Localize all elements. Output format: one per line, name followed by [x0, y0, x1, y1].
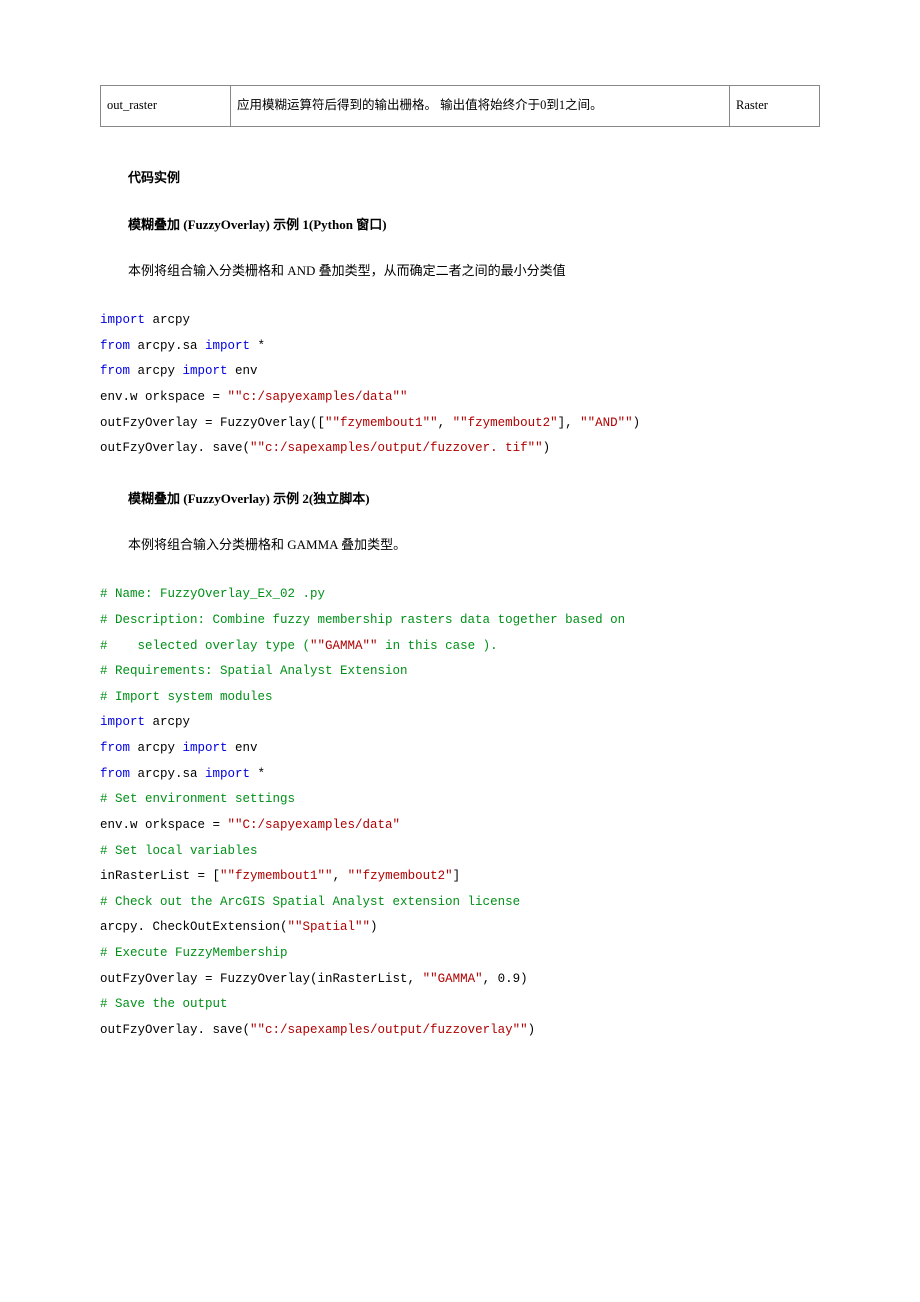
- code-example-1: import arcpy from arcpy.sa import * from…: [100, 308, 820, 462]
- code-token: arcpy.sa: [130, 339, 205, 353]
- heading-example-1: 模糊叠加 (FuzzyOverlay) 示例 1(Python 窗口): [128, 214, 820, 233]
- code-token: , 0.9): [483, 972, 528, 986]
- code-token: ""AND"": [580, 416, 633, 430]
- code-token: ): [528, 1023, 536, 1037]
- code-token: ""c:/sapyexamples/data"": [228, 390, 408, 404]
- code-example-2: # Name: FuzzyOverlay_Ex_02 .py # Descrip…: [100, 582, 820, 1043]
- code-token: arcpy: [145, 313, 190, 327]
- code-token: ""GAMMA"": [310, 639, 378, 653]
- code-token: ""fzymembout1"": [220, 869, 333, 883]
- code-token: ""Spatial"": [288, 920, 371, 934]
- code-token: ,: [333, 869, 348, 883]
- code-token: # Description: Combine fuzzy membership …: [100, 613, 625, 627]
- page-content: out_raster 应用模糊运算符后得到的输出栅格。 输出值将始终介于0到1之…: [0, 0, 920, 1130]
- code-token: outFzyOverlay = FuzzyOverlay([: [100, 416, 325, 430]
- code-token: arcpy: [130, 741, 183, 755]
- code-token: env.w orkspace =: [100, 390, 228, 404]
- code-token: from: [100, 339, 130, 353]
- code-token: outFzyOverlay. save(: [100, 1023, 250, 1037]
- code-token: # Save the output: [100, 997, 228, 1011]
- code-token: # Set local variables: [100, 844, 258, 858]
- code-token: *: [250, 767, 265, 781]
- cell-type: Raster: [730, 86, 820, 127]
- code-token: env: [228, 741, 258, 755]
- code-token: import: [100, 715, 145, 729]
- code-token: import: [205, 767, 250, 781]
- code-token: # Set environment settings: [100, 792, 295, 806]
- code-token: outFzyOverlay = FuzzyOverlay(inRasterLis…: [100, 972, 423, 986]
- code-token: # Name: FuzzyOverlay_Ex_02 .py: [100, 587, 325, 601]
- code-token: import: [183, 364, 228, 378]
- code-token: ]: [453, 869, 461, 883]
- code-token: from: [100, 741, 130, 755]
- heading-example-2: 模糊叠加 (FuzzyOverlay) 示例 2(独立脚本): [128, 488, 820, 507]
- code-token: # Check out the ArcGIS Spatial Analyst e…: [100, 895, 520, 909]
- output-table: out_raster 应用模糊运算符后得到的输出栅格。 输出值将始终介于0到1之…: [100, 85, 820, 127]
- code-token: from: [100, 364, 130, 378]
- para-example-1: 本例将组合输入分类栅格和 AND 叠加类型，从而确定二者之间的最小分类值: [128, 259, 820, 282]
- code-token: arcpy: [145, 715, 190, 729]
- code-token: import: [205, 339, 250, 353]
- code-token: arcpy: [130, 364, 183, 378]
- code-token: # Requirements: Spatial Analyst Extensio…: [100, 664, 408, 678]
- code-token: # selected overlay type (: [100, 639, 310, 653]
- code-token: arcpy.sa: [130, 767, 205, 781]
- code-token: inRasterList = [: [100, 869, 220, 883]
- code-token: arcpy. CheckOutExtension(: [100, 920, 288, 934]
- code-token: in this case ).: [378, 639, 498, 653]
- table-row: out_raster 应用模糊运算符后得到的输出栅格。 输出值将始终介于0到1之…: [101, 86, 820, 127]
- code-token: env: [228, 364, 258, 378]
- code-token: ): [370, 920, 378, 934]
- code-token: ""fzymembout2": [453, 416, 558, 430]
- code-token: # Execute FuzzyMembership: [100, 946, 288, 960]
- code-token: ""C:/sapyexamples/data": [228, 818, 401, 832]
- code-token: ],: [558, 416, 581, 430]
- code-token: import: [183, 741, 228, 755]
- code-token: ""fzymembout2": [348, 869, 453, 883]
- code-token: # Import system modules: [100, 690, 273, 704]
- code-token: env.w orkspace =: [100, 818, 228, 832]
- code-token: ""GAMMA": [423, 972, 483, 986]
- code-token: ""c:/sapexamples/output/fuzzoverlay"": [250, 1023, 528, 1037]
- cell-name: out_raster: [101, 86, 231, 127]
- code-token: ""c:/sapexamples/output/fuzzover. tif"": [250, 441, 543, 455]
- body-indent-2: 模糊叠加 (FuzzyOverlay) 示例 2(独立脚本) 本例将组合输入分类…: [100, 488, 820, 556]
- code-token: ,: [438, 416, 453, 430]
- heading-code-examples: 代码实例: [128, 167, 820, 186]
- code-token: *: [250, 339, 265, 353]
- code-token: ): [633, 416, 641, 430]
- code-token: outFzyOverlay. save(: [100, 441, 250, 455]
- code-token: from: [100, 767, 130, 781]
- para-example-2: 本例将组合输入分类栅格和 GAMMA 叠加类型。: [128, 533, 820, 556]
- code-token: ): [543, 441, 551, 455]
- cell-desc: 应用模糊运算符后得到的输出栅格。 输出值将始终介于0到1之间。: [231, 86, 730, 127]
- body-indent: 代码实例 模糊叠加 (FuzzyOverlay) 示例 1(Python 窗口)…: [100, 167, 820, 282]
- code-token: import: [100, 313, 145, 327]
- code-token: ""fzymembout1"": [325, 416, 438, 430]
